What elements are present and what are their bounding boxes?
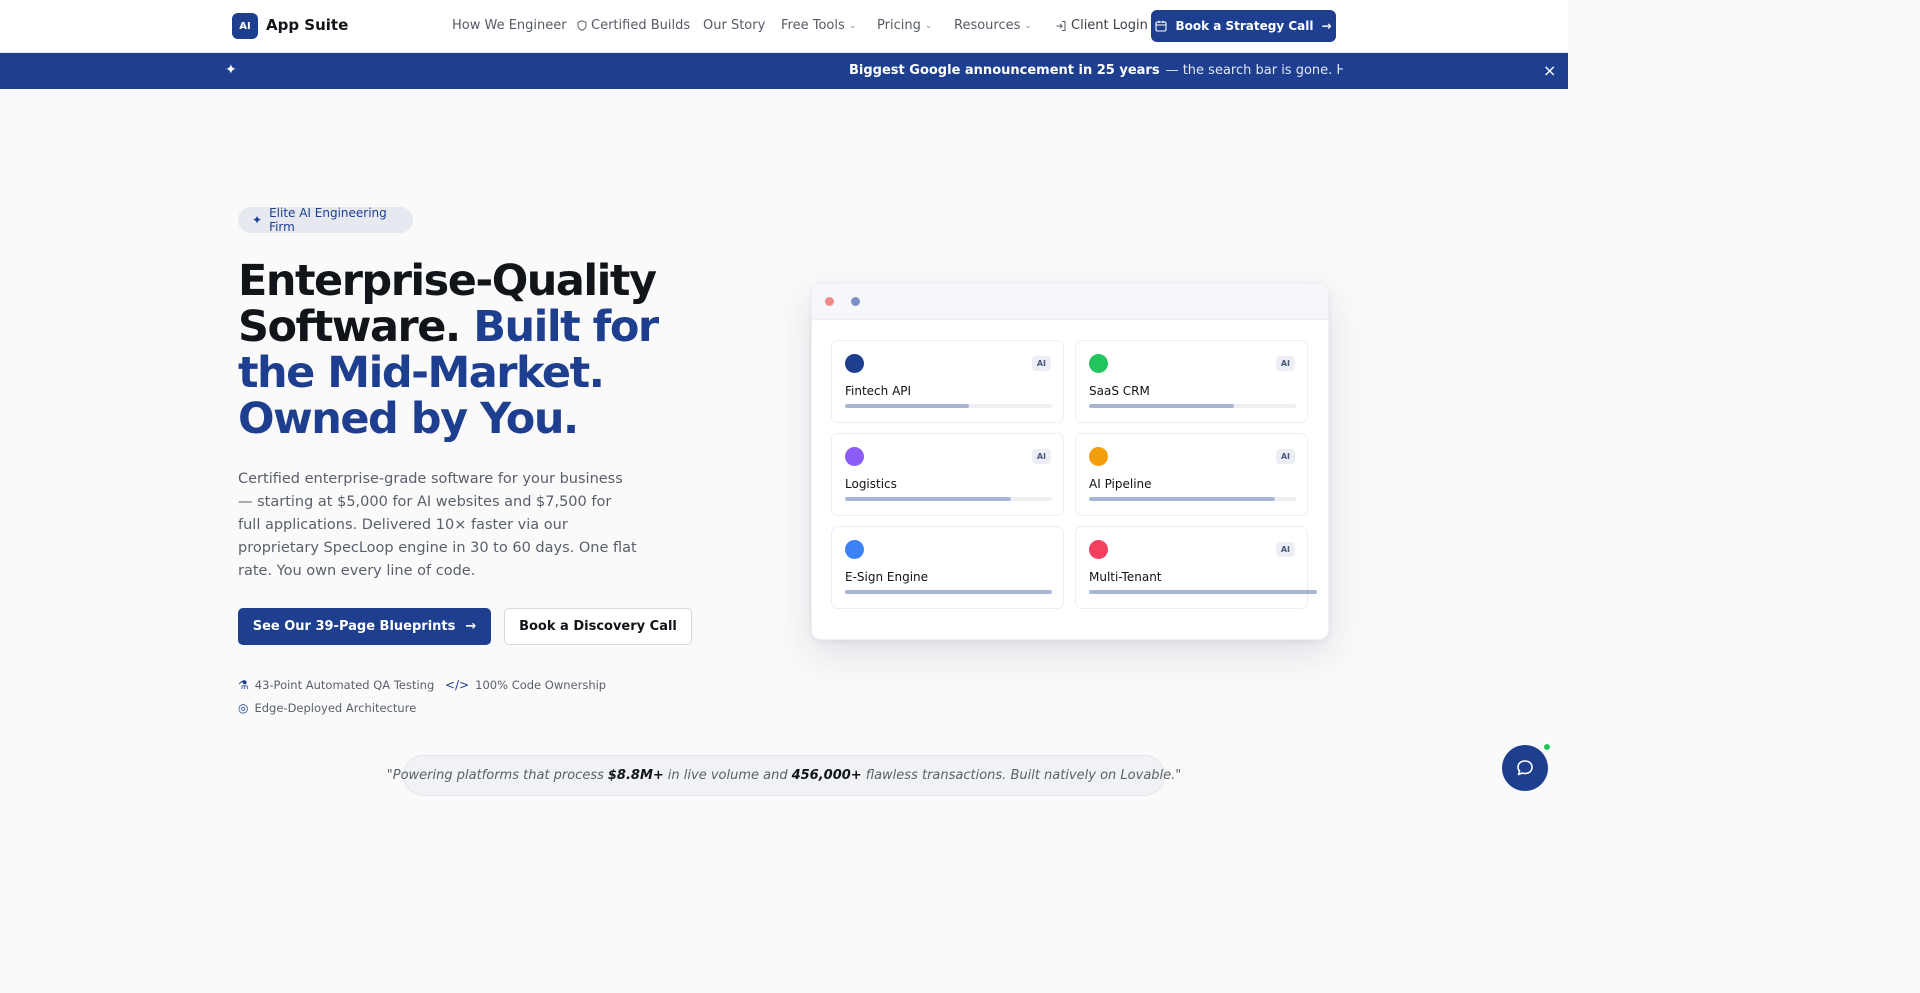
chevron-down-icon: ⌄ <box>848 20 857 31</box>
nav-link-resources[interactable]: Resources ⌄ <box>954 18 1032 33</box>
project-card: AI Multi-Tenant <box>1075 526 1317 609</box>
project-card-label: E-Sign Engine <box>845 570 929 584</box>
chat-button[interactable] <box>1502 745 1548 791</box>
top-navigation: AI App Suite How We Engineer Certified B… <box>0 0 1568 53</box>
close-icon[interactable]: × <box>1543 61 1556 80</box>
app-preview-window: AI Fintech API AI SaaS CRM AI Logistics AI AI P… <box>811 283 1329 640</box>
hero-headline: Enterprise-Quality Software. Built for t… <box>238 256 659 444</box>
hero-badge: ✦ Elite AI Engineering Firm <box>238 206 413 234</box>
chevron-down-icon: ⌄ <box>1024 20 1032 31</box>
progress-fill <box>1089 497 1275 501</box>
project-color-dot <box>1089 540 1108 559</box>
online-status-indicator <box>1543 743 1551 751</box>
window-dot-close <box>825 297 834 306</box>
progress-fill <box>1089 590 1317 594</box>
window-titlebar <box>812 284 1328 320</box>
progress-track <box>845 497 1052 501</box>
logo-text[interactable]: App Suite <box>266 16 348 34</box>
project-card-label: AI Pipeline <box>1089 477 1152 491</box>
see-blueprints-button[interactable]: See Our 39-Page Blueprints → <box>238 608 491 645</box>
sparkle-icon: ✦ <box>225 62 237 78</box>
hero-description: Certified enterprise-grade software for … <box>238 471 637 579</box>
book-discovery-call-button[interactable]: Book a Discovery Call <box>504 608 692 645</box>
project-card: E-Sign Engine <box>831 526 1064 609</box>
nav-link-how-we-engineer[interactable]: How We Engineer <box>452 18 567 33</box>
project-card: AI Logistics <box>831 433 1064 516</box>
flask-icon: ⚗ <box>238 678 249 692</box>
announcement-text[interactable]: Biggest Google announcement in 25 years —… <box>849 63 1343 81</box>
window-dot-minimize <box>851 297 860 306</box>
arrow-right-icon: → <box>1321 19 1332 33</box>
login-icon <box>1056 20 1066 31</box>
progress-track <box>1089 404 1296 408</box>
code-icon: </> <box>445 678 470 692</box>
progress-track <box>1089 590 1317 594</box>
feature-qa-testing: ⚗ 43-Point Automated QA Testing <box>238 678 435 692</box>
progress-track <box>1089 497 1296 501</box>
nav-link-free-tools[interactable]: Free Tools ⌄ <box>781 18 856 33</box>
chevron-down-icon: ⌄ <box>924 20 933 31</box>
progress-fill <box>845 497 1011 501</box>
ai-badge: AI <box>1031 449 1051 464</box>
book-strategy-call-button[interactable]: Book a Strategy Call → <box>1151 10 1336 42</box>
progress-fill <box>845 404 969 408</box>
project-card-label: Fintech API <box>845 384 912 398</box>
project-card-label: Multi-Tenant <box>1089 570 1162 584</box>
sparkle-icon: ✦ <box>252 213 263 227</box>
project-color-dot <box>845 354 864 373</box>
project-color-dot <box>1089 354 1108 373</box>
ai-badge: AI <box>1275 449 1295 464</box>
nav-link-our-story[interactable]: Our Story <box>703 18 765 33</box>
project-color-dot <box>1089 447 1108 466</box>
shield-icon <box>577 20 587 31</box>
progress-fill <box>1089 404 1234 408</box>
project-color-dot <box>845 447 864 466</box>
progress-fill <box>845 590 1052 594</box>
progress-track <box>845 404 1052 408</box>
feature-code-ownership: </> 100% Code Ownership <box>445 678 607 692</box>
client-login-link[interactable]: Client Login <box>1055 18 1148 33</box>
ai-badge: AI <box>1275 356 1295 371</box>
project-card-label: Logistics <box>845 477 897 491</box>
project-card: AI AI Pipeline <box>1075 433 1308 516</box>
project-color-dot <box>845 540 864 559</box>
social-proof-quote: "Powering platforms that process $8.8M+ … <box>387 755 1181 796</box>
arrow-right-icon: → <box>465 619 477 634</box>
progress-track <box>845 590 1052 594</box>
nav-link-certified-builds[interactable]: Certified Builds <box>577 18 690 33</box>
logo-icon[interactable]: AI <box>232 13 258 39</box>
ai-badge: AI <box>1275 542 1295 557</box>
project-card-label: SaaS CRM <box>1089 384 1150 398</box>
calendar-icon <box>1155 20 1167 32</box>
chat-bubble-icon <box>1517 760 1533 776</box>
project-card: AI SaaS CRM <box>1075 340 1308 423</box>
project-card: AI Fintech API <box>831 340 1064 423</box>
announcement-banner: ✦ Biggest Google announcement in 25 year… <box>0 53 1568 89</box>
nav-link-pricing[interactable]: Pricing ⌄ <box>877 18 932 33</box>
feature-edge-architecture: ◎ Edge-Deployed Architecture <box>238 701 417 715</box>
globe-icon: ◎ <box>238 701 249 715</box>
ai-badge: AI <box>1031 356 1051 371</box>
